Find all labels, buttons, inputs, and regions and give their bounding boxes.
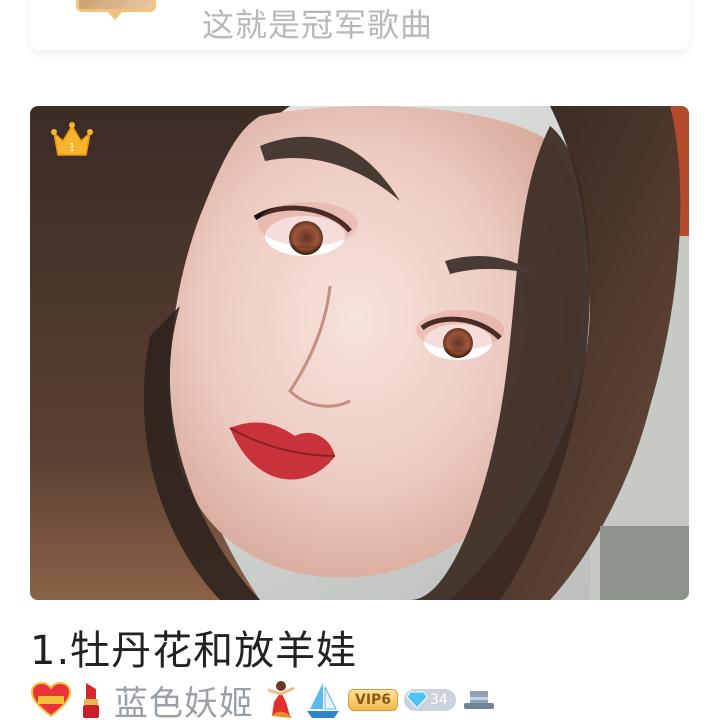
thumbnail-pointer-icon: [108, 12, 122, 22]
lipstick-icon: [78, 681, 104, 719]
diamond-icon: [406, 691, 428, 709]
heart-badge-icon: [30, 682, 72, 718]
previous-item-thumbnail[interactable]: [76, 0, 156, 12]
diamond-badge: 34: [404, 689, 456, 711]
rank-number: 1: [69, 141, 76, 154]
vip-badge: VIP6: [348, 689, 399, 711]
username[interactable]: 蓝色妖姬: [114, 676, 254, 720]
sailboat-icon: [304, 681, 342, 719]
song-cover-photo[interactable]: [30, 106, 689, 600]
crown-icon: 1: [51, 122, 93, 156]
hat-icon: [462, 687, 496, 713]
diamond-count: 34: [430, 692, 448, 708]
user-info-row: 蓝色妖姬 VIP6 34: [30, 680, 496, 720]
song-title[interactable]: 1.牡丹花和放羊娃: [30, 618, 357, 676]
previous-item-title[interactable]: 这就是冠军歌曲: [202, 0, 433, 46]
previous-item-card[interactable]: 这就是冠军歌曲: [30, 0, 689, 50]
portrait-image: [30, 106, 689, 600]
dancer-icon: [264, 680, 298, 720]
